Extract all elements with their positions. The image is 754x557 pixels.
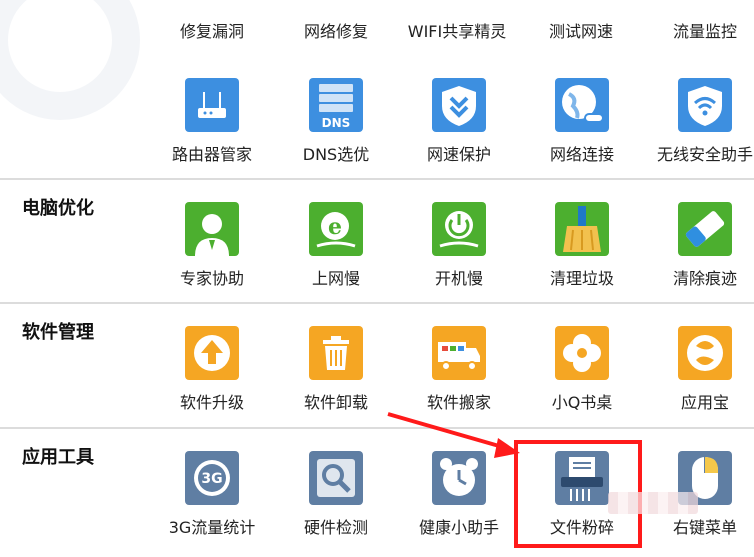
- watermark-overlay: [608, 492, 698, 514]
